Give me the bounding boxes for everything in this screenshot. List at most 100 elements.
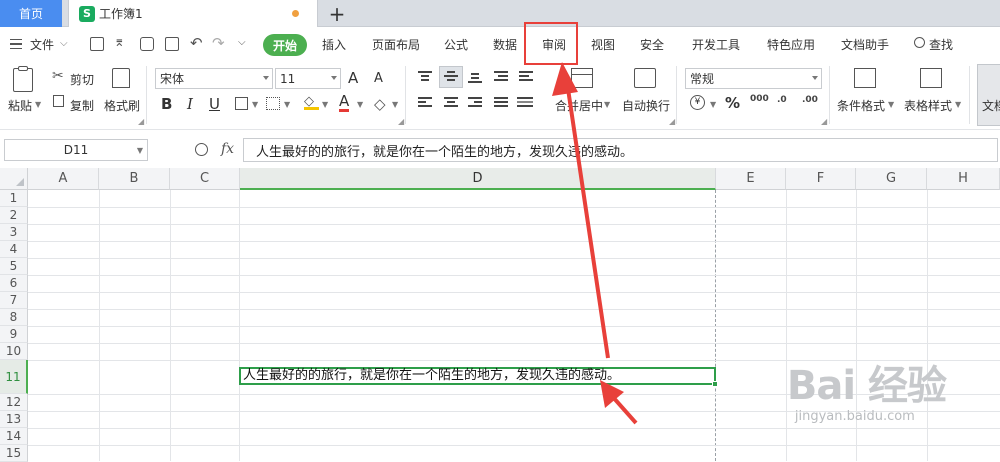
new-tab-button[interactable]: +	[325, 2, 349, 26]
row-header[interactable]: 7	[0, 292, 28, 309]
decimal-increase-button[interactable]: .0	[777, 95, 787, 105]
menu-hamburger-icon[interactable]	[10, 39, 22, 49]
row-header[interactable]: 13	[0, 411, 28, 428]
paste-icon[interactable]	[13, 66, 33, 92]
column-header-b[interactable]: B	[99, 168, 170, 190]
save-icon[interactable]	[90, 37, 104, 51]
row-header[interactable]: 6	[0, 275, 28, 292]
redo-icon[interactable]: ↷	[212, 34, 225, 52]
active-cell-d11[interactable]: 人生最好的的旅行，就是你在一个陌生的地方，发现久违的感动。	[239, 367, 718, 387]
column-header-d[interactable]: D	[240, 168, 716, 190]
conditional-format-icon[interactable]	[854, 68, 876, 88]
group-expand-icon[interactable]: ◢	[138, 117, 144, 126]
menu-insert[interactable]: 插入	[322, 36, 346, 53]
conditional-format-button[interactable]: 条件格式	[837, 97, 885, 114]
column-header-h[interactable]: H	[927, 168, 1000, 190]
select-all-corner[interactable]	[0, 168, 28, 190]
font-name-select[interactable]: 宋体	[155, 68, 273, 89]
font-color-icon[interactable]: A	[339, 93, 350, 112]
cut-button[interactable]: 剪切	[70, 71, 94, 88]
bold-button[interactable]: B	[161, 95, 172, 113]
menu-page-layout[interactable]: 页面布局	[372, 36, 420, 53]
fill-color-icon[interactable]: ◇	[304, 95, 319, 110]
menu-security[interactable]: 安全	[640, 36, 664, 53]
print-preview-icon[interactable]	[165, 37, 179, 51]
currency-dropdown-icon[interactable]: ▼	[710, 100, 716, 109]
row-header[interactable]: 14	[0, 428, 28, 445]
align-top-icon[interactable]	[418, 71, 432, 83]
percent-button[interactable]: %	[725, 94, 740, 112]
fx-button[interactable]: fx	[221, 141, 234, 157]
font-size-select[interactable]: 11	[275, 68, 341, 89]
quick-access-more-icon[interactable]: ⌵	[238, 37, 246, 48]
align-right-icon[interactable]	[468, 97, 482, 109]
underline-button[interactable]: U	[209, 95, 220, 113]
column-header-f[interactable]: F	[786, 168, 856, 190]
menu-data[interactable]: 数据	[493, 36, 517, 53]
table-style-button[interactable]: 表格样式	[904, 97, 952, 114]
align-bottom-icon[interactable]	[468, 73, 482, 85]
menu-find[interactable]: 查找	[929, 36, 953, 53]
column-header-e[interactable]: E	[716, 168, 786, 190]
row-header[interactable]: 1	[0, 190, 28, 207]
currency-icon[interactable]: ¥	[690, 95, 705, 110]
paste-dropdown-icon[interactable]: ▼	[35, 100, 41, 109]
justify-icon[interactable]	[494, 97, 508, 109]
row-header[interactable]: 12	[0, 394, 28, 411]
number-format-select[interactable]: 常规	[685, 68, 822, 89]
row-header[interactable]: 2	[0, 207, 28, 224]
fill-handle[interactable]	[712, 381, 718, 387]
row-header[interactable]: 4	[0, 241, 28, 258]
indent-increase-icon[interactable]	[519, 71, 533, 83]
chevron-down-icon[interactable]: ⌵	[60, 38, 68, 49]
eraser-icon[interactable]: ◇	[374, 95, 386, 113]
row-header[interactable]: 15	[0, 445, 28, 462]
row-header[interactable]: 8	[0, 309, 28, 326]
thousands-button[interactable]: 000	[750, 95, 769, 104]
menu-formulas[interactable]: 公式	[444, 36, 468, 53]
font-increase-button[interactable]: A	[348, 69, 358, 87]
undo-doc-icon[interactable]: ⌆	[114, 35, 125, 50]
undo-icon[interactable]: ↶	[190, 34, 203, 52]
decimal-decrease-button[interactable]: .00	[802, 95, 818, 105]
tab-home[interactable]: 首页	[0, 0, 62, 27]
font-color-dropdown-icon[interactable]: ▼	[357, 100, 363, 109]
paste-button[interactable]: 粘贴	[8, 97, 32, 114]
row-header[interactable]: 10	[0, 343, 28, 360]
conditional-format-dropdown-icon[interactable]: ▼	[888, 100, 894, 109]
group-expand-icon[interactable]: ◢	[821, 117, 827, 126]
merge-center-dropdown-icon[interactable]: ▼	[604, 100, 610, 109]
eraser-dropdown-icon[interactable]: ▼	[392, 100, 398, 109]
menu-special[interactable]: 特色应用	[767, 36, 815, 53]
fill-style-dropdown-icon[interactable]: ▼	[284, 100, 290, 109]
formula-input[interactable]: 人生最好的的旅行，就是你在一个陌生的地方，发现久违的感动。	[243, 138, 998, 162]
merge-center-button[interactable]: 合并居中	[555, 97, 603, 114]
column-header-c[interactable]: C	[170, 168, 240, 190]
fill-color-dropdown-icon[interactable]: ▼	[322, 100, 328, 109]
border-icon[interactable]	[235, 97, 248, 110]
table-style-dropdown-icon[interactable]: ▼	[955, 100, 961, 109]
row-header[interactable]: 5	[0, 258, 28, 275]
print-icon[interactable]	[140, 37, 154, 51]
table-style-icon[interactable]	[920, 68, 942, 88]
search-icon[interactable]	[914, 37, 925, 48]
format-painter-button[interactable]: 格式刷	[104, 97, 140, 114]
align-center-icon[interactable]	[444, 97, 458, 109]
name-box[interactable]: D11 ▼	[4, 139, 148, 161]
menu-start[interactable]: 开始	[263, 34, 307, 56]
menu-developer[interactable]: 开发工具	[692, 36, 740, 53]
column-header-g[interactable]: G	[856, 168, 927, 190]
row-header-selected[interactable]: 11	[0, 360, 28, 394]
fill-style-icon[interactable]	[266, 97, 280, 110]
menu-file[interactable]: 文件	[30, 36, 54, 53]
group-expand-icon[interactable]: ◢	[669, 117, 675, 126]
copy-button[interactable]: 复制	[70, 97, 94, 114]
menu-doc-assistant[interactable]: 文档助手	[841, 36, 889, 53]
tab-workbook[interactable]: S 工作簿1	[68, 0, 318, 27]
auto-wrap-button[interactable]: 自动换行	[622, 97, 670, 114]
italic-button[interactable]: I	[187, 95, 193, 113]
row-header[interactable]: 3	[0, 224, 28, 241]
merge-center-icon[interactable]	[571, 68, 593, 88]
doc-button[interactable]	[977, 64, 1000, 126]
font-decrease-button[interactable]: A	[374, 71, 383, 86]
